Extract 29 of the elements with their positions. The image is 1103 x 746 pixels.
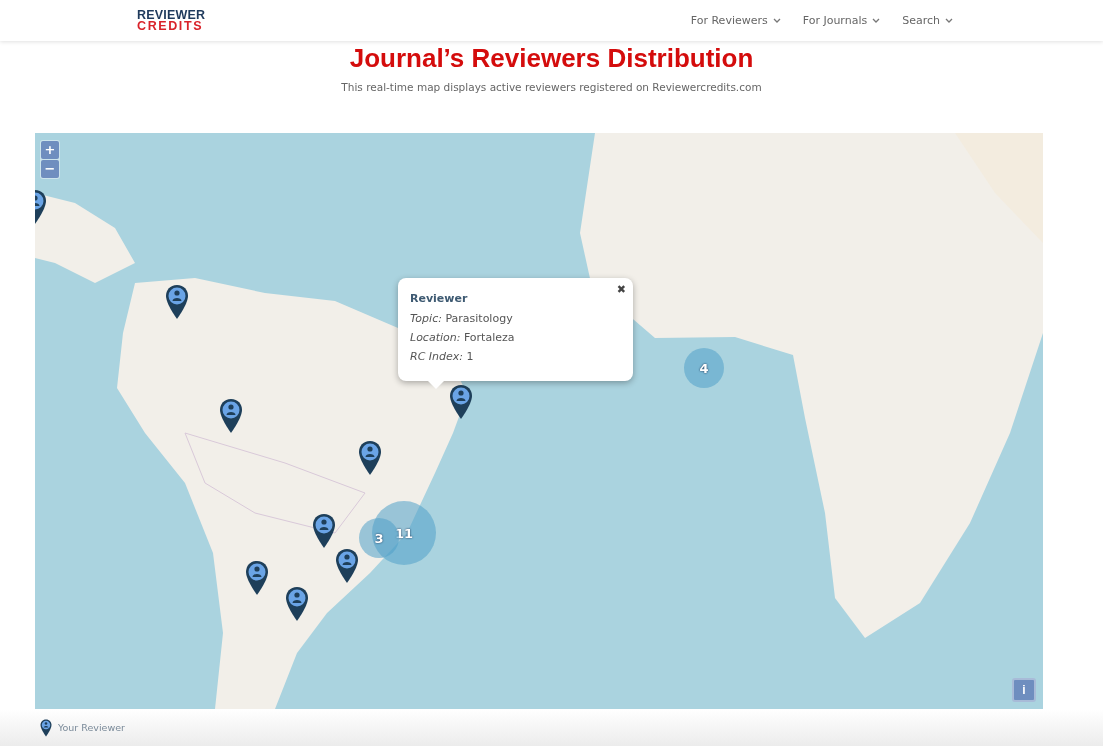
- chevron-down-icon: [772, 18, 781, 23]
- map-pin-icon[interactable]: [165, 284, 189, 320]
- chevron-down-icon: [945, 18, 953, 23]
- logo[interactable]: REVIEWER CREDITS: [137, 9, 206, 32]
- popup-title: Reviewer: [410, 292, 469, 305]
- info-button[interactable]: i: [1012, 678, 1036, 702]
- map-pin-icon[interactable]: [358, 440, 382, 476]
- map-pin-icon[interactable]: [245, 560, 269, 596]
- map-pin-icon[interactable]: [449, 384, 473, 420]
- legend-label: Your Reviewer: [58, 722, 125, 733]
- nav-menu-item[interactable]: Search: [902, 14, 953, 27]
- map-pin-icon: [40, 718, 52, 737]
- popup-field: Location: Fortaleza: [410, 331, 621, 344]
- map-pin-icon[interactable]: [312, 513, 336, 549]
- zoom-button[interactable]: −: [41, 160, 59, 178]
- nav-menu-item[interactable]: For Journals: [802, 14, 881, 27]
- map-pin-icon[interactable]: [335, 548, 359, 584]
- page-title: Journal’s Reviewers Distribution: [348, 43, 755, 73]
- popup-field: Topic: Parasitology: [410, 312, 621, 325]
- close-button[interactable]: ✖: [616, 283, 626, 296]
- map-pin-icon[interactable]: [219, 398, 243, 434]
- popup-tail: [428, 381, 444, 389]
- popup-field: RC Index: 1: [410, 350, 621, 363]
- nav-menu-item[interactable]: For Reviewers: [690, 14, 781, 27]
- chevron-down-icon: [872, 18, 881, 23]
- page-subtitle: This real-time map displays active reviewers registered on Reviewercredits.com: [340, 81, 763, 93]
- map[interactable]: + − 4 3 11 ✖ Reviewer Topic: Parasitology Location: Fortaleza RC Index: 1 i: [35, 133, 1043, 709]
- zoom-button[interactable]: +: [41, 141, 59, 159]
- map-pin-icon[interactable]: [285, 586, 309, 622]
